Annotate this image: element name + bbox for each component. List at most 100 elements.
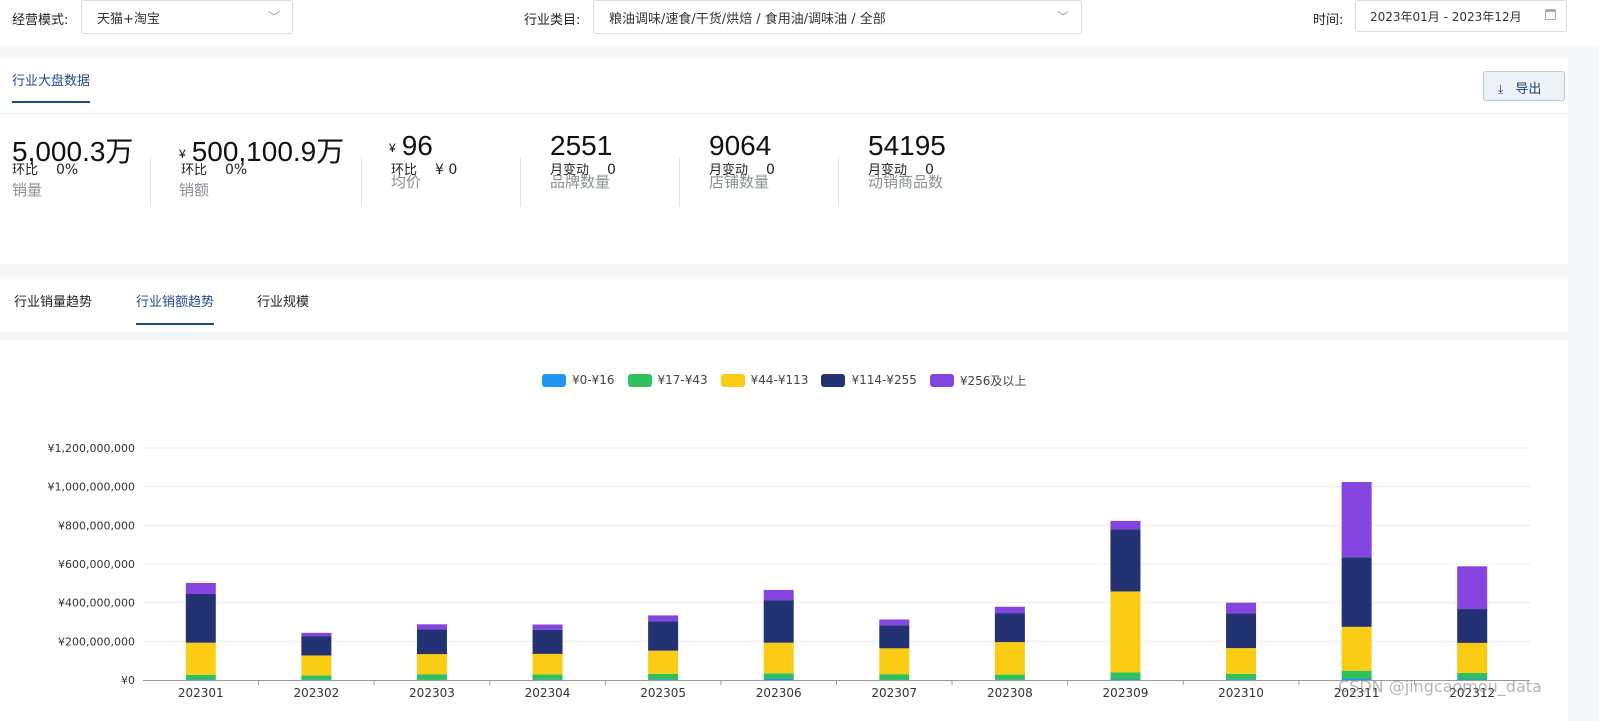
bar-segment: [532, 629, 563, 654]
stacked-bar-chart: ¥0 ¥200,000,000 ¥400,000,000 ¥600,000,000 ¥8…: [48, 442, 1530, 700]
bar-segment: [648, 673, 679, 680]
bar-segment: [416, 624, 447, 630]
metric-change-label: 环比: [181, 163, 208, 178]
legend-swatch: [627, 373, 652, 387]
bar-segment: [416, 629, 447, 655]
metric-value: 9064: [709, 130, 771, 162]
bar-segment: [532, 624, 563, 630]
bar-segment: [1226, 602, 1257, 614]
bar-segment: [994, 642, 1025, 675]
metric-change-label: 环比: [12, 163, 39, 178]
metric-label: 销量: [12, 181, 43, 199]
y-tick-label: ¥600,000,000: [58, 558, 135, 571]
x-tick-label: 202305: [640, 686, 686, 700]
legend-label: ¥114-¥255: [851, 373, 917, 387]
metric-change-label: 月变动: [709, 163, 749, 178]
bar-segment: [185, 582, 216, 594]
bar-segment: [763, 642, 794, 674]
x-tick-label: 202308: [987, 686, 1033, 700]
tab-sales-volume-trend[interactable]: 行业销量趋势: [14, 291, 92, 323]
metric-change-value: 0: [925, 162, 934, 178]
bar-segment: [301, 655, 332, 676]
chart-legend: ¥0-¥16 ¥17-¥43 ¥44-¥113 ¥114-¥255 ¥256及以上: [542, 372, 1039, 388]
bar-segment: [994, 606, 1025, 614]
metric-value-text: 9064: [709, 130, 772, 161]
bar-segment: [1110, 529, 1141, 592]
bar-segment: [416, 674, 447, 680]
metric-change-label: 月变动: [868, 163, 908, 178]
x-tick-label: 202301: [178, 686, 224, 700]
tab-market-overview[interactable]: 行业大盘数据: [12, 70, 91, 103]
bar-segment: [1226, 613, 1257, 649]
bar-segment: [994, 674, 1025, 680]
legend-item[interactable]: ¥114-¥255: [821, 373, 917, 387]
bar-segment: [763, 589, 794, 601]
metric-change-value: 0%: [56, 162, 79, 178]
chevron-down-icon: ﹀: [1056, 10, 1069, 24]
legend-label: ¥44-¥113: [750, 373, 809, 387]
export-button[interactable]: ⤓ 导出: [1483, 71, 1565, 101]
bar-segment: [763, 600, 794, 643]
x-tick-label: 202310: [1218, 686, 1264, 700]
legend-swatch: [929, 373, 954, 387]
legend-item[interactable]: ¥256及以上: [929, 372, 1027, 389]
metric-value: ¥96: [389, 130, 433, 162]
legend-item[interactable]: ¥44-¥113: [720, 373, 809, 387]
metric-separator: [150, 157, 151, 207]
mode-select[interactable]: 天猫+淘宝 ﹀: [81, 0, 293, 34]
bar-segment: [301, 675, 332, 680]
x-tick-label: 202304: [525, 686, 571, 700]
bar-segment: [879, 674, 910, 680]
metric-change-value: 0: [766, 162, 775, 178]
bar-segment: [1341, 557, 1372, 627]
x-tick-label: 202307: [871, 686, 917, 700]
metric-change: 环比 0%: [12, 159, 78, 178]
bar-segment: [185, 679, 216, 680]
tab-sales-amount-trend[interactable]: 行业销额趋势: [136, 291, 215, 325]
x-tick-label: 202309: [1103, 686, 1149, 700]
legend-item[interactable]: ¥0-¥16: [542, 373, 615, 387]
mode-select-value: 天猫+淘宝: [97, 12, 160, 27]
bar-segment: [532, 674, 563, 680]
tab-industry-scale[interactable]: 行业规模: [257, 291, 309, 323]
bar-segment: [648, 679, 679, 680]
bar-segment: [1341, 626, 1372, 671]
export-button-label: 导出: [1515, 82, 1542, 97]
bar-segment: [1457, 566, 1488, 610]
metric-value: 54195: [868, 130, 946, 162]
bar-segment: [185, 593, 216, 643]
bar-segment: [301, 632, 332, 637]
trend-tabs: 行业销量趋势 行业销额趋势 行业规模: [0, 278, 1568, 332]
bar-segment: [1110, 672, 1141, 680]
bar-segment: [185, 642, 216, 675]
legend-label: ¥256及以上: [959, 373, 1027, 388]
bar-segment: [994, 613, 1025, 643]
metric-value-text: 96: [401, 130, 433, 161]
bar-segment: [1226, 673, 1257, 680]
y-tick-label: ¥1,200,000,000: [48, 442, 135, 455]
bar-segment: [648, 650, 679, 674]
time-label: 时间:: [1313, 13, 1344, 28]
divider: [0, 113, 1568, 114]
metric-separator: [679, 157, 680, 207]
y-tick-label: ¥200,000,000: [58, 635, 135, 648]
metric-change: 月变动 0: [550, 159, 616, 178]
legend-item[interactable]: ¥17-¥43: [627, 373, 708, 387]
date-range-picker[interactable]: 2023年01月 - 2023年12月: [1355, 0, 1567, 32]
category-select[interactable]: 粮油调味/速食/干货/烘焙 / 食用油/调味油 / 全部 ﹀: [593, 0, 1082, 34]
legend-label: ¥17-¥43: [657, 373, 708, 387]
bar-segment: [1341, 482, 1372, 558]
bar-segment: [416, 654, 447, 675]
calendar-icon: [1545, 9, 1556, 20]
filter-bar: 经营模式: 天猫+淘宝 ﹀ 行业类目: 粮油调味/速食/干货/烘焙 / 食用油/…: [0, 0, 1599, 46]
bar-segment: [532, 653, 563, 675]
bar-segment: [1110, 591, 1141, 673]
watermark: CSDN @jingcaomou_data: [1338, 677, 1542, 696]
legend-label: ¥0-¥16: [572, 373, 615, 387]
metric-change: 环比 ¥ 0: [391, 159, 457, 178]
metric-value-text: 54195: [868, 130, 946, 161]
x-tick-label: 202306: [756, 686, 802, 700]
bar-segment: [648, 615, 679, 622]
metric-change-label: 环比: [391, 163, 418, 178]
metric-change-value: ¥ 0: [435, 162, 458, 178]
